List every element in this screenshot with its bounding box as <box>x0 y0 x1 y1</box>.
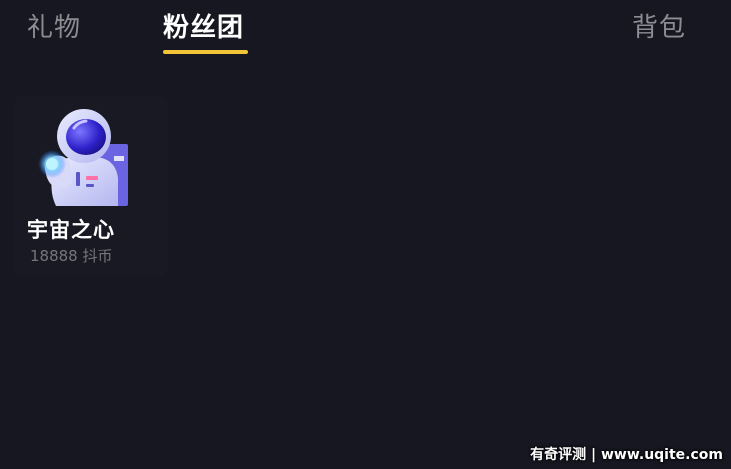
active-tab-indicator <box>163 50 248 54</box>
tab-fan-club[interactable]: 粉丝团 <box>163 12 244 44</box>
gift-price: 18888 抖币 <box>30 247 113 265</box>
astronaut-icon <box>38 109 128 206</box>
watermark-text: 有奇评测 | www.uqite.com <box>530 447 723 463</box>
tab-gifts[interactable]: 礼物 <box>27 12 81 44</box>
gift-item-cosmic-heart[interactable]: 宇宙之心 18888 抖币 <box>14 96 168 276</box>
gift-panel: 礼物 粉丝团 背包 宇宙之心 18888 抖币 有奇评测 | www.uqite… <box>0 0 731 469</box>
tab-backpack[interactable]: 背包 <box>632 12 686 44</box>
gift-name: 宇宙之心 <box>27 218 115 242</box>
